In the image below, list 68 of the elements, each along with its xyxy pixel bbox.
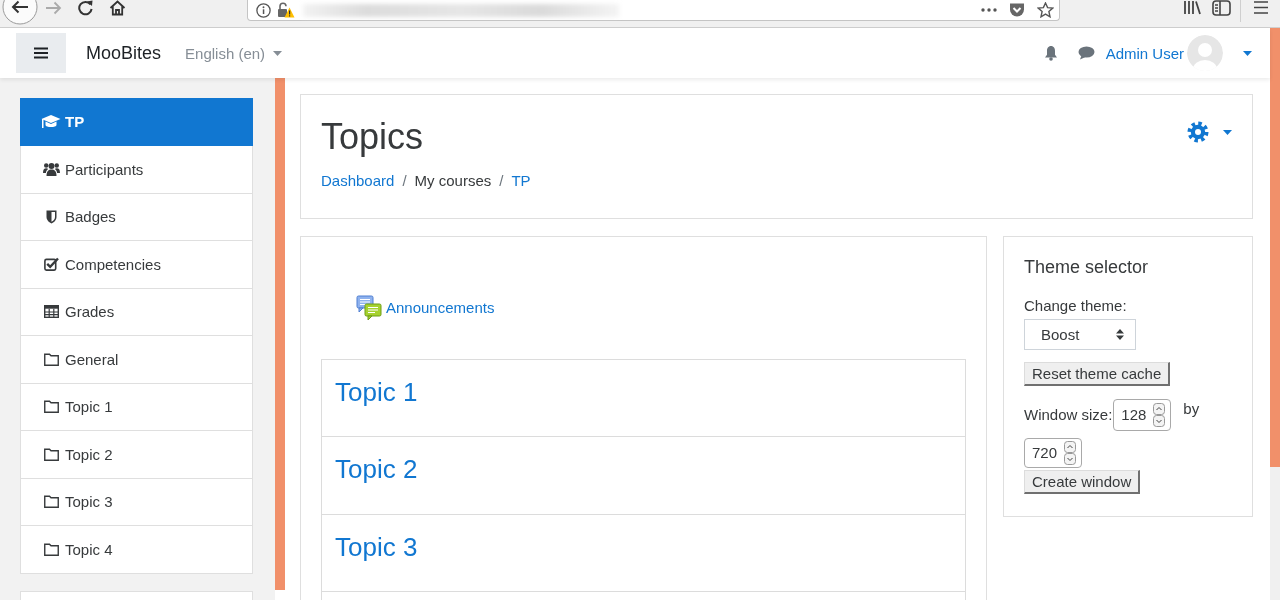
field-label: Change theme: xyxy=(1024,295,1128,316)
graduation-cap-icon xyxy=(41,114,61,129)
sidebar-panel-icon[interactable] xyxy=(1212,0,1231,17)
width-number-field[interactable]: 128 xyxy=(1113,398,1172,431)
block-title: Theme selector xyxy=(1024,255,1150,278)
user-avatar-icon xyxy=(1187,35,1223,71)
drawer-nav-item[interactable]: General xyxy=(21,336,252,384)
table-grid-icon xyxy=(43,305,59,319)
home-icon[interactable] xyxy=(109,0,126,16)
site-name[interactable]: MooBites xyxy=(86,42,162,64)
folder-icon xyxy=(43,400,59,414)
spinner-arrows-icon xyxy=(1064,440,1076,465)
people-icon xyxy=(42,162,60,177)
create-window-button[interactable]: Create window xyxy=(1024,469,1141,494)
breadcrumb-separator: / xyxy=(498,171,505,191)
folder-icon xyxy=(43,352,59,366)
up-down-arrows-icon xyxy=(1116,328,1124,340)
breadcrumb-link[interactable]: Dashboard xyxy=(321,170,395,193)
shield-icon xyxy=(45,209,57,224)
scrollbar-track[interactable] xyxy=(1270,28,1280,600)
speech-bubbles-icon xyxy=(356,294,382,321)
drawer-nav-item[interactable]: Participants xyxy=(21,146,252,194)
back-arrow-icon[interactable] xyxy=(1,0,39,25)
spinner-arrows-icon xyxy=(1153,402,1166,427)
more-dots-icon[interactable] xyxy=(981,8,997,12)
drawer-nav-item[interactable]: Badges xyxy=(21,193,252,241)
section-title-link[interactable]: Topic 1 xyxy=(335,376,418,407)
page-title: Topics xyxy=(321,115,425,158)
breadcrumb-separator: / xyxy=(401,171,408,191)
caret-down-icon xyxy=(1243,50,1252,56)
checkbox-tick-icon xyxy=(43,257,59,272)
activity-link[interactable]: Announcements xyxy=(386,299,495,316)
reset-cache-button[interactable]: Reset theme cache xyxy=(1024,361,1171,386)
drawer-nav-item[interactable]: TP xyxy=(20,98,253,146)
folder-icon xyxy=(43,447,59,461)
drawer-nav-item[interactable]: Topic 2 xyxy=(21,431,252,479)
reload-icon[interactable] xyxy=(77,0,94,16)
drawer-nav-item[interactable]: Topic 3 xyxy=(21,478,252,526)
theme-select[interactable]: Boost xyxy=(1024,318,1136,350)
drawer-nav-item[interactable]: Topic 1 xyxy=(21,383,252,431)
info-icon[interactable] xyxy=(256,2,271,18)
caret-down-icon xyxy=(273,50,283,56)
bell-icon[interactable] xyxy=(1043,45,1058,61)
menu-icon[interactable] xyxy=(1253,0,1269,15)
caret-down-icon xyxy=(1223,129,1232,135)
drawer-nav-item[interactable]: Competencies xyxy=(21,241,252,289)
lock-warning-icon[interactable] xyxy=(277,2,295,18)
breadcrumb-item: My courses xyxy=(414,171,492,191)
drawer-nav-item[interactable]: Topic 4 xyxy=(21,526,252,574)
section-title-link[interactable]: Topic 2 xyxy=(335,454,418,484)
drawer-nav-item[interactable]: Grades xyxy=(21,288,252,336)
course-settings-menu[interactable] xyxy=(1187,121,1232,143)
section-title-link[interactable]: Topic 3 xyxy=(335,531,418,562)
height-number-field[interactable]: 720 xyxy=(1024,437,1082,468)
pocket-shield-icon[interactable] xyxy=(1009,2,1025,18)
breadcrumb-link[interactable]: TP xyxy=(511,170,531,193)
drawer-toggle-button[interactable] xyxy=(16,33,66,73)
user-menu[interactable]: Admin User xyxy=(1105,35,1252,71)
star-icon[interactable] xyxy=(1037,2,1054,18)
folder-icon xyxy=(43,542,59,556)
settings-icon xyxy=(1187,121,1209,143)
scrollbar-thumb[interactable] xyxy=(1270,28,1280,467)
library-shelf-icon[interactable] xyxy=(1183,0,1201,16)
chat-bubble-icon[interactable] xyxy=(1077,46,1095,60)
field-label: Window size: xyxy=(1024,406,1113,423)
folder-icon xyxy=(43,495,59,509)
field-label: by xyxy=(1183,399,1200,417)
menu-icon xyxy=(34,47,48,59)
